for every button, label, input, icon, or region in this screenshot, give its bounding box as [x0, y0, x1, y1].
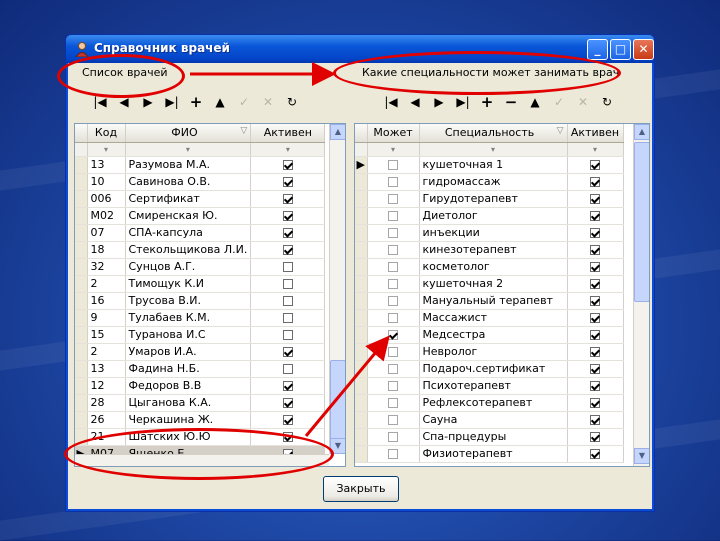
annotation-arrows — [190, 62, 390, 437]
arrow-to-specialty — [304, 335, 390, 437]
